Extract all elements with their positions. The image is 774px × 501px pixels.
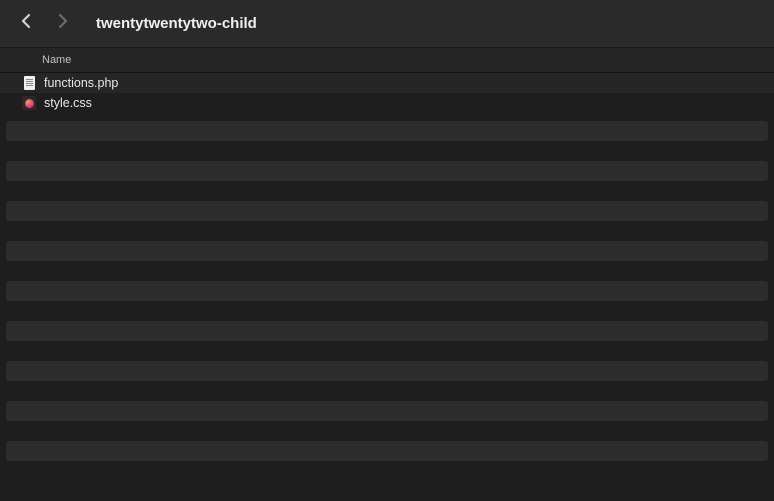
file-name: style.css <box>44 97 92 110</box>
empty-row <box>6 361 768 381</box>
file-name: functions.php <box>44 77 118 90</box>
empty-row <box>6 401 768 421</box>
css-icon <box>22 96 36 110</box>
document-icon <box>22 76 36 90</box>
chevron-left-icon <box>21 13 32 34</box>
file-row[interactable]: style.css <box>0 93 774 113</box>
empty-row <box>6 121 768 141</box>
empty-row <box>6 161 768 181</box>
folder-title: twentytwentytwo-child <box>96 15 257 32</box>
empty-row <box>6 241 768 261</box>
file-row[interactable]: functions.php <box>0 73 774 93</box>
file-list: functions.php style.css <box>0 73 774 113</box>
toolbar: twentytwentytwo-child <box>0 0 774 47</box>
forward-button[interactable] <box>48 10 76 38</box>
column-header-row: Name <box>0 47 774 73</box>
back-button[interactable] <box>12 10 40 38</box>
empty-row <box>6 321 768 341</box>
empty-row <box>6 441 768 461</box>
empty-row <box>6 201 768 221</box>
empty-rows <box>0 113 774 481</box>
column-header-name[interactable]: Name <box>42 54 71 66</box>
chevron-right-icon <box>57 13 68 34</box>
empty-row <box>6 281 768 301</box>
